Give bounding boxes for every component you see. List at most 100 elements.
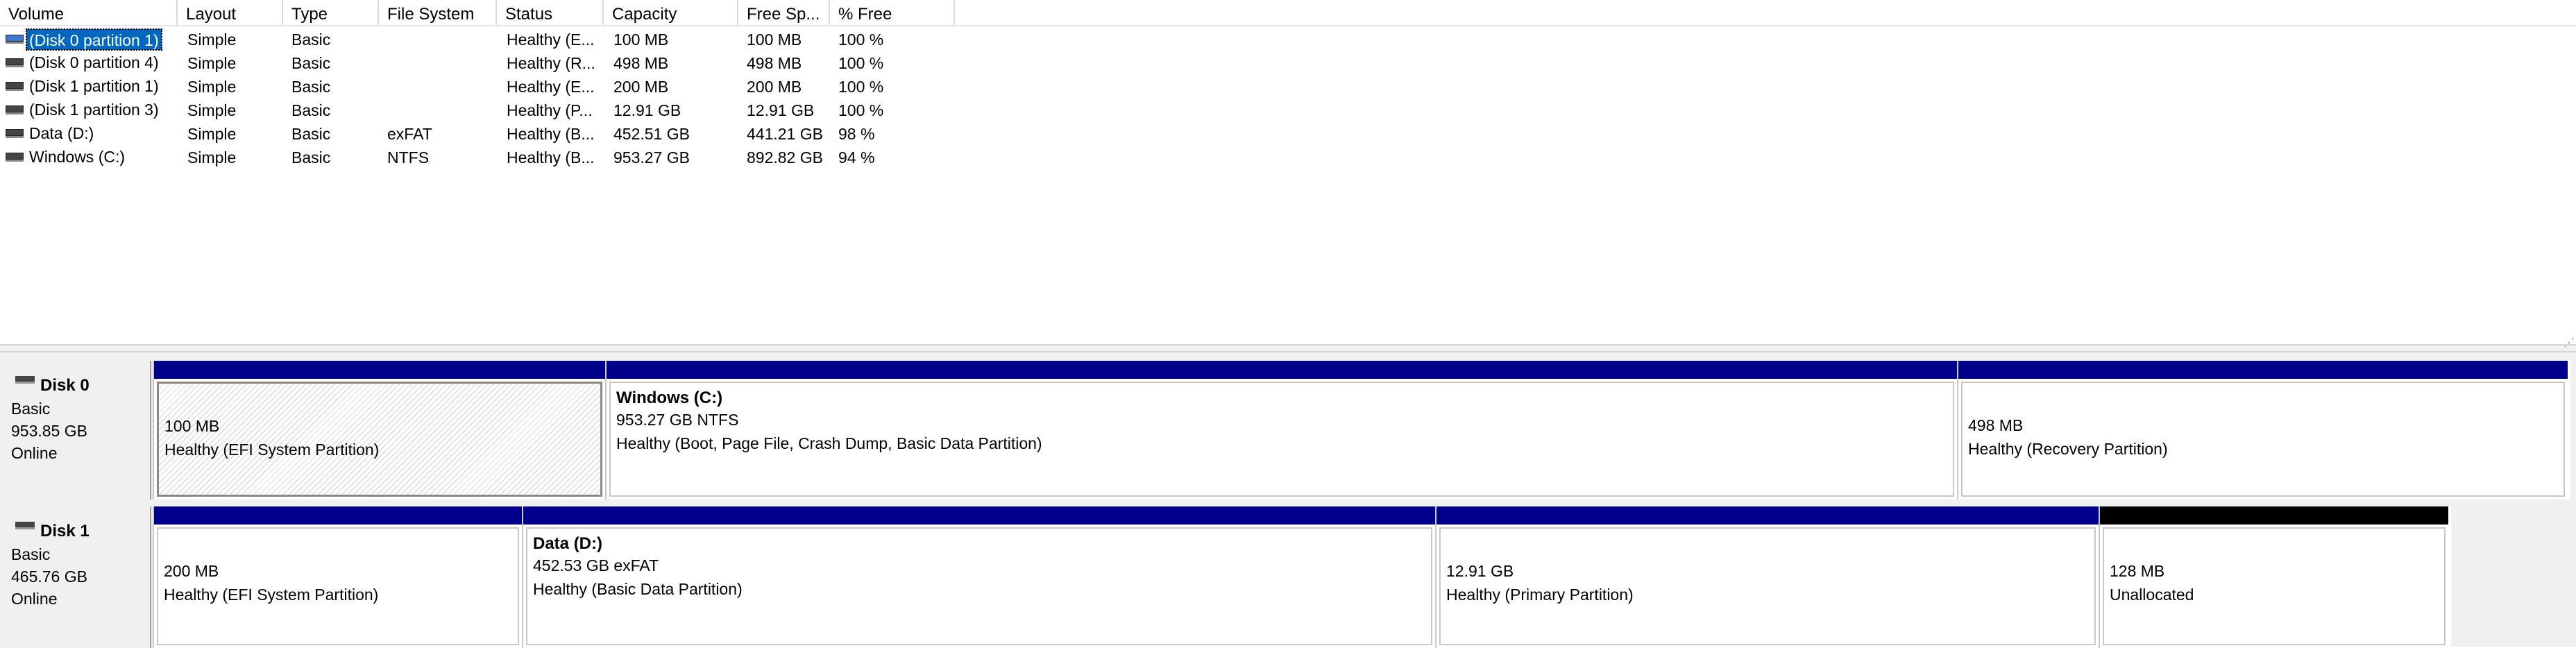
percent-free-cell: 100 % <box>838 31 884 49</box>
partition-body: 128 MB Unallocated <box>2103 527 2446 645</box>
percent-free-cell: 98 % <box>838 125 875 143</box>
partition-size: 953.27 GB NTFS <box>616 411 739 429</box>
table-row[interactable]: Windows (C:) Simple Basic NTFS Healthy (B...… <box>0 146 972 169</box>
column-header-row: Volume Layout Type File System Status Ca… <box>0 0 2576 26</box>
percent-free-cell: 100 % <box>838 78 884 96</box>
capacity-cell: 452.51 GB <box>613 125 690 143</box>
volume-icon <box>6 105 24 115</box>
partition-status: Healthy (EFI System Partition) <box>164 586 379 604</box>
pane-splitter[interactable]: ⋰ <box>0 337 2576 352</box>
partition-status: Healthy (EFI System Partition) <box>164 441 380 459</box>
partition-status: Unallocated <box>2110 586 2194 604</box>
status-cell: Healthy (P... <box>507 101 593 119</box>
layout-cell: Simple <box>187 31 237 49</box>
free-space-cell: 441.21 GB <box>747 125 823 143</box>
volume-list[interactable]: Volume Layout Type File System Status Ca… <box>0 0 2576 344</box>
partition-body: 12.91 GB Healthy (Primary Partition) <box>1439 527 2096 645</box>
capacity-cell: 200 MB <box>613 78 669 96</box>
table-row[interactable]: (Disk 0 partition 1) Simple Basic Healthy (… <box>0 28 972 51</box>
layout-cell: Simple <box>187 101 237 119</box>
primary-partition-bar <box>523 506 1435 525</box>
column-header-percent-free[interactable]: % Free <box>830 0 955 25</box>
column-header-capacity[interactable]: Capacity <box>604 0 738 25</box>
free-space-cell: 12.91 GB <box>747 101 815 119</box>
disk-row: Disk 0 Basic 953.85 GB Online 100 MB Healthy … <box>0 361 2576 500</box>
disk-name: Disk 0 <box>40 376 90 395</box>
percent-free-cell: 100 % <box>838 101 884 119</box>
status-cell: Healthy (B... <box>507 125 595 143</box>
capacity-cell: 100 MB <box>613 31 669 49</box>
partition-block[interactable]: Windows (C:) 953.27 GB NTFS Healthy (Boot,… <box>605 361 1957 500</box>
volume-icon <box>6 129 24 139</box>
partition-status: Healthy (Boot, Page File, Crash Dump, Ba… <box>616 434 1042 452</box>
column-header-free-space[interactable]: Free Sp... <box>738 0 830 25</box>
volume-name: (Disk 1 partition 3) <box>29 101 159 119</box>
disk-state: Online <box>11 590 58 608</box>
column-header-file-system[interactable]: File System <box>379 0 497 25</box>
partition-body: Data (D:) 452.53 GB exFAT Healthy (Basic D… <box>526 527 1432 645</box>
column-header-type[interactable]: Type <box>283 0 379 25</box>
volume-icon <box>6 58 24 68</box>
capacity-cell: 12.91 GB <box>613 101 681 119</box>
partition-block[interactable]: 12.91 GB Healthy (Primary Partition) <box>1435 506 2099 648</box>
type-cell: Basic <box>291 148 331 167</box>
layout-cell: Simple <box>187 148 237 167</box>
primary-partition-bar <box>154 361 605 379</box>
status-cell: Healthy (B... <box>507 148 595 167</box>
layout-cell: Simple <box>187 78 237 96</box>
disk-graphical-view: Disk 0 Basic 953.85 GB Online 100 MB Healthy … <box>0 352 2576 648</box>
partition-status: Healthy (Recovery Partition) <box>1968 440 2168 458</box>
partition-body: 100 MB Healthy (EFI System Partition) <box>157 382 602 497</box>
partition-block[interactable]: 200 MB Healthy (EFI System Partition) <box>153 506 522 648</box>
resize-grip-icon: ⋰ <box>2564 337 2575 349</box>
unallocated-space[interactable]: 128 MB Unallocated <box>2099 506 2448 648</box>
primary-partition-bar <box>1437 506 2099 525</box>
table-row[interactable]: (Disk 1 partition 3) Simple Basic Healthy (… <box>0 99 972 122</box>
partition-title: Data (D:) <box>533 534 602 553</box>
table-row[interactable]: (Disk 1 partition 1) Simple Basic Healthy (… <box>0 75 972 99</box>
type-cell: Basic <box>291 125 331 143</box>
column-header-volume[interactable]: Volume <box>0 0 178 25</box>
disk-info-panel[interactable]: Disk 0 Basic 953.85 GB Online <box>0 361 151 500</box>
type-cell: Basic <box>291 101 331 119</box>
volume-name: (Disk 0 partition 1) <box>26 28 162 51</box>
file-system-cell: exFAT <box>387 125 432 143</box>
column-header-status[interactable]: Status <box>497 0 604 25</box>
free-space-cell: 200 MB <box>747 78 802 96</box>
table-row[interactable]: (Disk 0 partition 4) Simple Basic Healthy (… <box>0 51 972 75</box>
type-cell: Basic <box>291 54 331 72</box>
type-cell: Basic <box>291 78 331 96</box>
file-system-cell: NTFS <box>387 148 430 167</box>
unallocated-bar <box>2100 506 2448 525</box>
partition-body: Windows (C:) 953.27 GB NTFS Healthy (Boot,… <box>609 382 1954 497</box>
volume-icon <box>6 35 24 44</box>
free-space-cell: 100 MB <box>747 31 802 49</box>
disk-info-panel[interactable]: Disk 1 Basic 465.76 GB Online <box>0 506 151 648</box>
status-cell: Healthy (E... <box>507 78 595 96</box>
disk-type: Basic <box>11 545 51 563</box>
partition-size: 128 MB <box>2110 562 2165 580</box>
percent-free-cell: 94 % <box>838 148 875 167</box>
disk-name: Disk 1 <box>40 522 90 540</box>
column-header-layout[interactable]: Layout <box>178 0 283 25</box>
partition-size: 498 MB <box>1968 416 2024 434</box>
table-row[interactable]: Data (D:) Simple Basic exFAT Healthy (B... 45… <box>0 122 972 146</box>
partition-block[interactable]: 498 MB Healthy (Recovery Partition) <box>1957 361 2568 500</box>
capacity-cell: 498 MB <box>613 54 669 72</box>
capacity-cell: 953.27 GB <box>613 148 690 167</box>
layout-cell: Simple <box>187 54 237 72</box>
disk-size: 953.85 GB <box>11 422 87 440</box>
partition-title: Windows (C:) <box>616 389 723 407</box>
partition-strip: 100 MB Healthy (EFI System Partition) Wind… <box>153 361 2570 500</box>
status-cell: Healthy (R... <box>507 54 595 72</box>
volume-icon <box>6 153 24 162</box>
partition-size: 12.91 GB <box>1446 562 1514 580</box>
percent-free-cell: 100 % <box>838 54 884 72</box>
disk-type: Basic <box>11 400 51 418</box>
disk-drive-icon <box>15 522 35 530</box>
partition-block[interactable]: 100 MB Healthy (EFI System Partition) <box>153 361 605 500</box>
partition-block[interactable]: Data (D:) 452.53 GB exFAT Healthy (Basic D… <box>522 506 1435 648</box>
free-space-cell: 892.82 GB <box>747 148 823 167</box>
layout-cell: Simple <box>187 125 237 143</box>
partition-status: Healthy (Primary Partition) <box>1446 586 1634 604</box>
